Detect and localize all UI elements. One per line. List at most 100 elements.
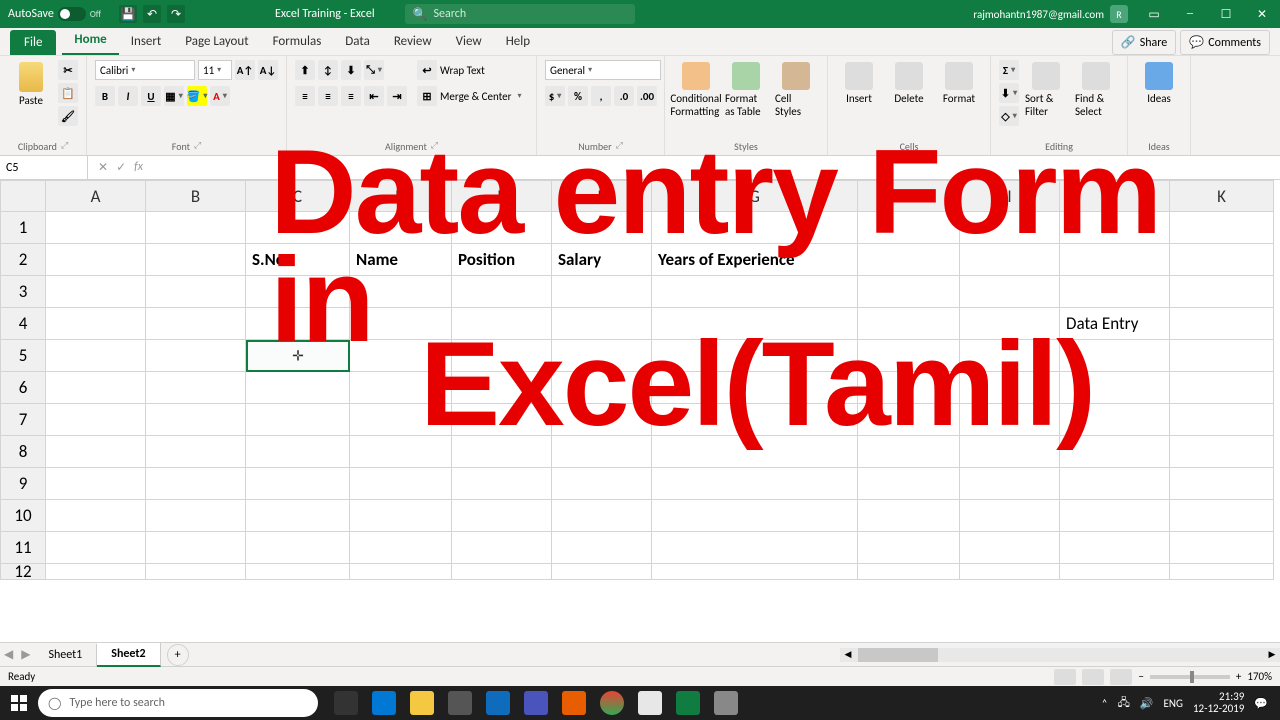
format-cells-button[interactable]: Format bbox=[936, 60, 982, 107]
chrome-icon[interactable] bbox=[594, 689, 630, 717]
fill-icon[interactable]: ⬇ bbox=[999, 83, 1019, 103]
row-header[interactable]: 5 bbox=[0, 340, 46, 372]
row-header[interactable]: 9 bbox=[0, 468, 46, 500]
cell-d2[interactable]: Name bbox=[350, 244, 452, 276]
sheet-tab-sheet1[interactable]: Sheet1 bbox=[34, 644, 97, 666]
enter-formula-icon[interactable]: ✓ bbox=[116, 160, 126, 175]
ribbon-display-icon[interactable]: ▭ bbox=[1136, 0, 1172, 28]
tell-me-search[interactable]: 🔍 Search bbox=[405, 4, 635, 24]
teams-icon[interactable] bbox=[518, 689, 554, 717]
ideas-button[interactable]: Ideas bbox=[1136, 60, 1182, 107]
italic-button[interactable]: I bbox=[118, 86, 138, 106]
word-icon[interactable] bbox=[632, 689, 668, 717]
format-as-table-button[interactable]: Format as Table bbox=[723, 60, 769, 120]
tab-home[interactable]: Home bbox=[62, 26, 118, 55]
format-painter-icon[interactable]: 🖌 bbox=[58, 106, 78, 126]
col-header-b[interactable]: B bbox=[146, 180, 246, 212]
row-header[interactable]: 7 bbox=[0, 404, 46, 436]
sort-filter-button[interactable]: Sort & Filter bbox=[1023, 60, 1069, 120]
app-icon[interactable] bbox=[708, 689, 744, 717]
bold-button[interactable]: B bbox=[95, 86, 115, 106]
delete-cells-button[interactable]: Delete bbox=[886, 60, 932, 107]
save-icon[interactable]: 💾 bbox=[119, 5, 137, 23]
orientation-icon[interactable]: ⤡ bbox=[364, 60, 384, 80]
conditional-formatting-button[interactable]: Conditional Formatting bbox=[673, 60, 719, 120]
normal-view-icon[interactable] bbox=[1054, 669, 1076, 685]
fx-icon[interactable]: fx bbox=[134, 160, 143, 175]
minimize-button[interactable]: ─ bbox=[1172, 0, 1208, 28]
maximize-button[interactable]: ☐ bbox=[1208, 0, 1244, 28]
increase-font-icon[interactable]: A↑ bbox=[235, 60, 255, 80]
border-icon[interactable]: ▦ bbox=[164, 86, 184, 106]
cancel-formula-icon[interactable]: ✕ bbox=[98, 160, 108, 175]
volume-icon[interactable]: 🔊 bbox=[1140, 697, 1154, 710]
new-sheet-button[interactable]: + bbox=[167, 644, 189, 666]
undo-icon[interactable]: ↶ bbox=[143, 5, 161, 23]
row-header[interactable]: 3 bbox=[0, 276, 46, 308]
cell-j4[interactable]: Data Entry bbox=[1060, 308, 1170, 340]
insert-cells-button[interactable]: Insert bbox=[836, 60, 882, 107]
worksheet-grid[interactable]: A B C D E F G H I J K 1 2S.NoNamePositio… bbox=[0, 180, 1280, 642]
col-header-a[interactable]: A bbox=[46, 180, 146, 212]
start-button[interactable] bbox=[0, 695, 38, 711]
cell-styles-button[interactable]: Cell Styles bbox=[773, 60, 819, 120]
col-header-c[interactable]: C bbox=[246, 180, 350, 212]
wrap-text-button[interactable]: ↩Wrap Text bbox=[417, 60, 522, 80]
horizontal-scrollbar[interactable]: ◀ ▶ bbox=[840, 648, 1280, 662]
align-left-icon[interactable]: ≡ bbox=[295, 86, 315, 106]
tab-data[interactable]: Data bbox=[333, 28, 382, 55]
copy-icon[interactable]: 📋 bbox=[58, 83, 78, 103]
autosave-toggle[interactable]: AutoSave Off bbox=[0, 7, 109, 21]
row-header[interactable]: 4 bbox=[0, 308, 46, 340]
cell-f2[interactable]: Salary bbox=[552, 244, 652, 276]
account-info[interactable]: rajmohantn1987@gmail.com R bbox=[965, 5, 1136, 23]
task-view-icon[interactable] bbox=[328, 689, 364, 717]
notifications-icon[interactable]: 💬 bbox=[1254, 697, 1268, 710]
cell-e2[interactable]: Position bbox=[452, 244, 552, 276]
zoom-level[interactable]: 170% bbox=[1247, 670, 1272, 683]
tab-help[interactable]: Help bbox=[494, 28, 542, 55]
zoom-slider[interactable] bbox=[1150, 675, 1230, 679]
share-button[interactable]: 🔗 Share bbox=[1112, 30, 1177, 55]
system-tray[interactable]: ˄ 🖧 🔊 ENG 21:39 12-12-2019 💬 bbox=[1090, 691, 1280, 715]
align-bottom-icon[interactable]: ⬇ bbox=[341, 60, 361, 80]
tab-formulas[interactable]: Formulas bbox=[261, 28, 334, 55]
row-header[interactable]: 2 bbox=[0, 244, 46, 276]
dialog-launcher-icon[interactable]: ⤢ bbox=[431, 140, 438, 153]
row-header[interactable]: 12 bbox=[0, 564, 46, 580]
dialog-launcher-icon[interactable]: ⤢ bbox=[616, 140, 623, 153]
tab-file[interactable]: File bbox=[10, 30, 56, 55]
redo-icon[interactable]: ↷ bbox=[167, 5, 185, 23]
zoom-out-icon[interactable]: − bbox=[1138, 670, 1143, 683]
number-format-select[interactable]: General bbox=[545, 60, 661, 80]
row-header[interactable]: 1 bbox=[0, 212, 46, 244]
autosum-icon[interactable]: Σ bbox=[999, 60, 1019, 80]
decrease-decimal-icon[interactable]: .00 bbox=[637, 86, 657, 106]
sheet-nav-next-icon[interactable]: ▶ bbox=[17, 647, 34, 662]
store-icon[interactable] bbox=[442, 689, 478, 717]
paste-button[interactable]: Paste bbox=[8, 60, 54, 109]
col-header-g[interactable]: G bbox=[652, 180, 858, 212]
find-select-button[interactable]: Find & Select bbox=[1073, 60, 1119, 120]
select-all-corner[interactable] bbox=[0, 180, 46, 212]
language-indicator[interactable]: ENG bbox=[1164, 697, 1183, 710]
cut-icon[interactable]: ✂ bbox=[58, 60, 78, 80]
tab-review[interactable]: Review bbox=[382, 28, 444, 55]
align-center-icon[interactable]: ≡ bbox=[318, 86, 338, 106]
font-name-select[interactable]: Calibri bbox=[95, 60, 195, 80]
increase-indent-icon[interactable]: ⇥ bbox=[387, 86, 407, 106]
comma-icon[interactable]: , bbox=[591, 86, 611, 106]
underline-button[interactable]: U bbox=[141, 86, 161, 106]
col-header-h[interactable]: H bbox=[858, 180, 960, 212]
col-header-k[interactable]: K bbox=[1170, 180, 1274, 212]
file-explorer-icon[interactable] bbox=[404, 689, 440, 717]
scroll-right-icon[interactable]: ▶ bbox=[1264, 648, 1280, 662]
tab-page-layout[interactable]: Page Layout bbox=[173, 28, 260, 55]
close-button[interactable]: ✕ bbox=[1244, 0, 1280, 28]
col-header-i[interactable]: I bbox=[960, 180, 1060, 212]
vlc-icon[interactable] bbox=[556, 689, 592, 717]
comments-button[interactable]: 💬 Comments bbox=[1180, 30, 1270, 55]
merge-center-button[interactable]: ⊞Merge & Center bbox=[417, 86, 522, 106]
align-right-icon[interactable]: ≡ bbox=[341, 86, 361, 106]
clock[interactable]: 21:39 12-12-2019 bbox=[1193, 691, 1244, 715]
